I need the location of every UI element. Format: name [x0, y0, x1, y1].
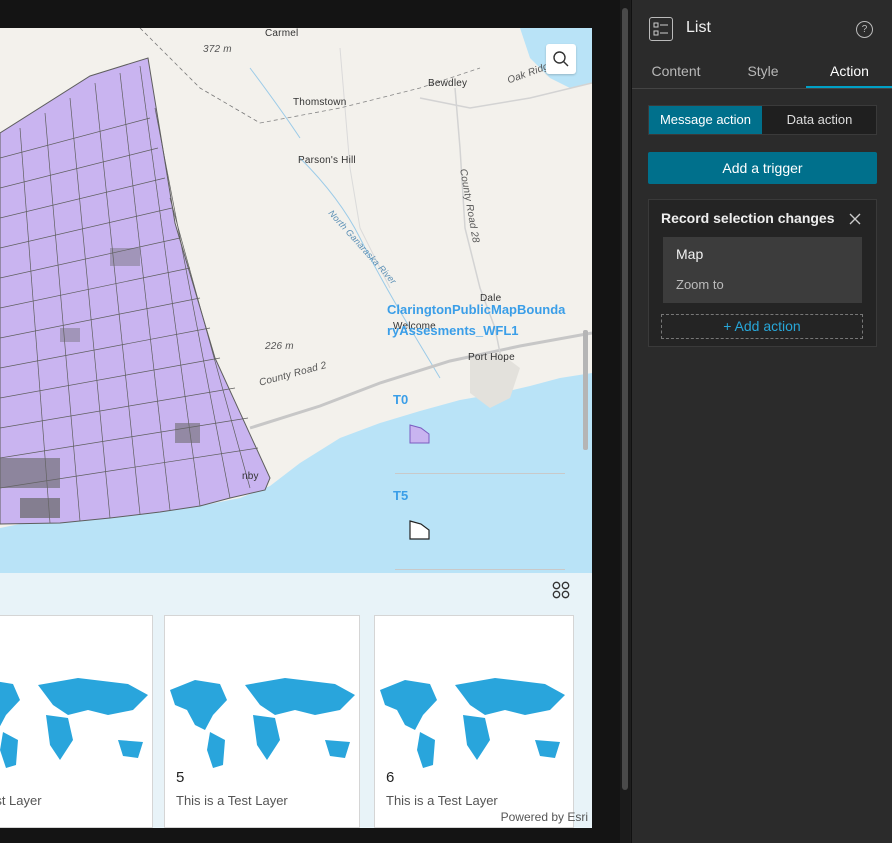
map-label-carmel: Carmel [265, 28, 299, 39]
map-label-partial: nby [242, 471, 259, 482]
world-map-thumbnail [0, 678, 148, 768]
world-map-thumbnail [380, 678, 565, 768]
tab-content[interactable]: Content [632, 56, 720, 88]
legend-scrollbar[interactable] [583, 326, 588, 566]
trigger-title: Record selection changes [661, 210, 835, 226]
canvas-scrollbar[interactable] [620, 0, 630, 843]
add-trigger-button[interactable]: Add a trigger [648, 152, 877, 184]
map-label-bewdley: Bewdley [428, 78, 468, 89]
panel-tabs: Content Style Action [632, 56, 892, 89]
legend-item-label-t5: T5 [393, 488, 409, 503]
map-label-elevation-2: 226 m [265, 341, 294, 352]
list-item[interactable]: is a Test Layer [0, 615, 153, 828]
map-label-thomstown: Thomstown [293, 97, 347, 108]
list-item[interactable]: 5 This is a Test Layer [164, 615, 360, 828]
tab-style[interactable]: Style [720, 56, 806, 88]
panel-header: List ? [632, 0, 892, 56]
world-map-thumbnail [170, 678, 355, 768]
trigger-card: Record selection changes Map Zoom to + A… [648, 199, 877, 347]
help-icon[interactable]: ? [856, 21, 873, 38]
list-widget-icon [649, 17, 673, 41]
action-type-toggle: Message action Data action [648, 105, 877, 135]
search-icon [553, 51, 569, 67]
action-name: Zoom to [676, 277, 724, 292]
map-label-elevation: 372 m [203, 44, 232, 55]
map-widget[interactable]: Carmel 372 m Bewdley Oak Ridge Thomstown… [0, 28, 592, 573]
polygon-symbol-icon [409, 424, 430, 444]
action-item[interactable]: Map Zoom to [663, 237, 862, 303]
list-item[interactable]: 6 This is a Test Layer [374, 615, 574, 828]
list-item-subtitle: This is a Test Layer [386, 793, 498, 808]
tab-action[interactable]: Action [806, 56, 892, 88]
list-item-subtitle: This is a Test Layer [176, 793, 288, 808]
close-icon[interactable] [847, 211, 863, 227]
app-page: Carmel 372 m Bewdley Oak Ridge Thomstown… [0, 28, 592, 828]
grid-layout-icon[interactable] [552, 581, 570, 599]
builder-canvas: Carmel 372 m Bewdley Oak Ridge Thomstown… [0, 0, 620, 843]
message-action-option[interactable]: Message action [649, 106, 762, 134]
settings-panel: List ? Content Style Action Message acti… [631, 0, 892, 843]
legend-divider [395, 569, 565, 570]
map-search-button[interactable] [546, 44, 576, 74]
map-legend: ClaringtonPublicMapBoundaryAssesments_WF… [385, 296, 588, 573]
panel-title: List [686, 19, 711, 36]
action-target: Map [676, 246, 704, 262]
data-action-option[interactable]: Data action [763, 106, 876, 134]
map-label-parsons-hill: Parson's Hill [298, 155, 356, 166]
add-action-button[interactable]: + Add action [661, 314, 863, 339]
legend-item-label-t0: T0 [393, 392, 409, 407]
legend-layer-title: ClaringtonPublicMapBoundaryAssesments_WF… [387, 302, 566, 338]
polygon-outline-symbol-icon [409, 520, 430, 540]
legend-divider [395, 473, 565, 474]
list-item-number: 5 [176, 769, 185, 786]
list-widget: is a Test Layer 5 This is a Test Layer 6… [0, 615, 592, 828]
powered-by-esri[interactable]: Powered by Esri [501, 810, 588, 824]
list-item-number: 6 [386, 769, 395, 786]
list-item-subtitle: is a Test Layer [0, 793, 42, 808]
